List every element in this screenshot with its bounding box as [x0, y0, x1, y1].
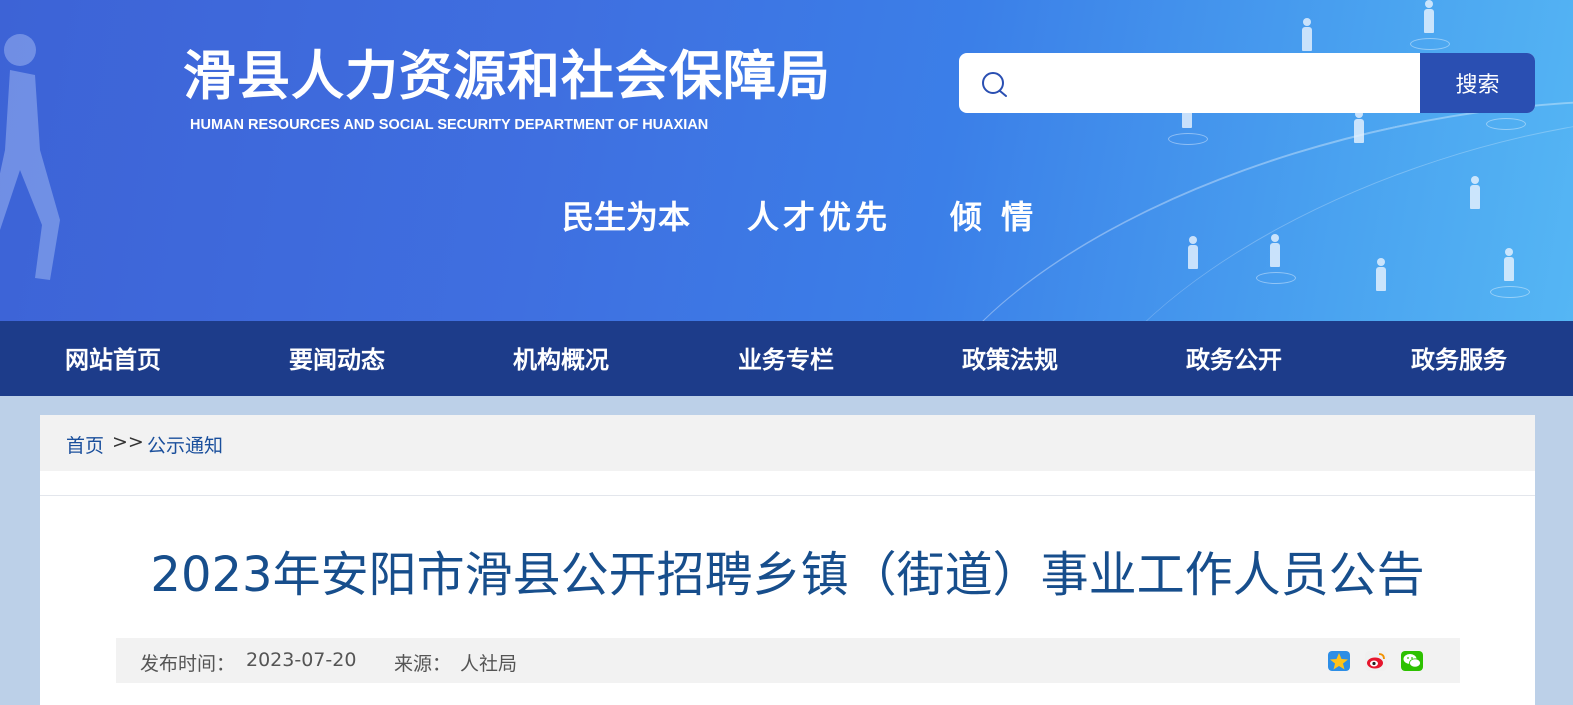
- wechat-icon[interactable]: [1401, 651, 1423, 671]
- nav-item-gov-services[interactable]: 政务服务: [1411, 321, 1507, 396]
- source-label: 来源：: [394, 653, 452, 675]
- source-value: 人社局: [460, 653, 518, 675]
- person-figure-icon: [1490, 248, 1530, 298]
- nav-item-organization[interactable]: 机构概况: [513, 321, 609, 396]
- search-icon: [982, 72, 1007, 97]
- nav-item-news[interactable]: 要闻动态: [289, 321, 385, 396]
- nav-item-gov-affairs[interactable]: 政务公开: [1186, 321, 1282, 396]
- main-nav: 网站首页 要闻动态 机构概况 业务专栏 政策法规 政务公开 政务服务: [0, 321, 1573, 396]
- person-figure-icon: [1372, 258, 1390, 306]
- slogan-1: 民生为本: [562, 198, 691, 236]
- nav-item-home[interactable]: 网站首页: [65, 321, 161, 396]
- search-box: 搜索: [959, 53, 1535, 113]
- qzone-icon[interactable]: [1328, 651, 1350, 671]
- article-meta: 发布时间： 2023-07-20 来源： 人社局: [116, 638, 1460, 683]
- person-figure-icon: [1256, 234, 1296, 284]
- publish-date: 2023-07-20: [246, 649, 357, 671]
- breadcrumb-home-link[interactable]: 首页: [66, 431, 104, 458]
- search-button[interactable]: 搜索: [1420, 53, 1535, 113]
- weibo-icon[interactable]: [1365, 651, 1387, 671]
- nav-item-business[interactable]: 业务专栏: [738, 321, 834, 396]
- search-input[interactable]: [1019, 53, 1418, 113]
- breadcrumb-current-link[interactable]: 公示通知: [147, 431, 223, 458]
- header-banner: 滑县人力资源和社会保障局 HUMAN RESOURCES AND SOCIAL …: [0, 0, 1573, 321]
- site-title: 滑县人力资源和社会保障局: [183, 46, 831, 107]
- breadcrumb-separator: >>: [112, 431, 144, 453]
- person-figure-icon: [1350, 110, 1368, 158]
- divider: [40, 495, 1535, 496]
- content-panel: 首页 >> 公示通知 2023年安阳市滑县公开招聘乡镇（街道）事业工作人员公告 …: [40, 415, 1535, 705]
- breadcrumb: 首页 >> 公示通知: [40, 415, 1535, 471]
- person-figure-icon: [1410, 0, 1450, 50]
- slogan-3: 倾 情: [950, 198, 1038, 236]
- publish-label: 发布时间：: [140, 653, 236, 675]
- nav-item-policy[interactable]: 政策法规: [962, 321, 1058, 396]
- site-subtitle: HUMAN RESOURCES AND SOCIAL SECURITY DEPA…: [190, 117, 709, 133]
- slogan-2: 人才优先: [747, 198, 892, 236]
- person-figure-icon: [1184, 236, 1202, 284]
- person-figure-icon: [1466, 176, 1484, 224]
- article-title: 2023年安阳市滑县公开招聘乡镇（街道）事业工作人员公告: [150, 547, 1425, 603]
- runner-silhouette: [0, 34, 60, 280]
